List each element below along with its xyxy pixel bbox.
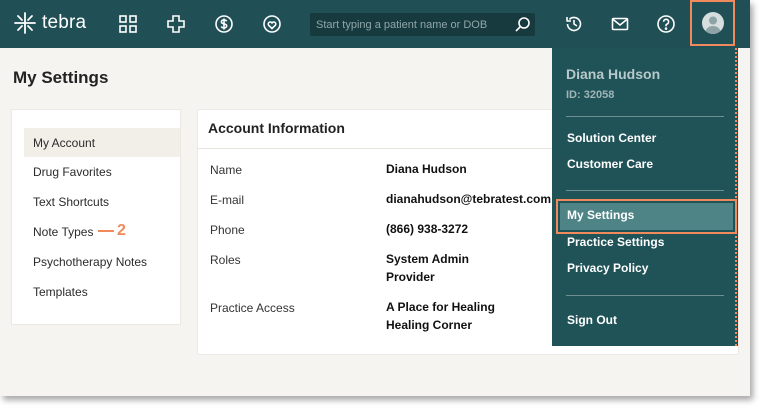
- user-name: Diana Hudson: [566, 66, 661, 82]
- practice-value: Healing Corner: [386, 318, 473, 332]
- sidebar-item-psychotherapy-notes[interactable]: Psychotherapy Notes: [24, 247, 180, 276]
- menu-item-my-settings[interactable]: My Settings: [556, 199, 737, 234]
- name-value: Diana Hudson: [386, 162, 467, 176]
- roles-label: Roles: [210, 253, 241, 267]
- user-dropdown-menu: Diana Hudson ID: 32058 Solution Center C…: [552, 48, 738, 346]
- menu-item-practice-settings[interactable]: Practice Settings: [567, 235, 664, 249]
- menu-item-solution-center[interactable]: Solution Center: [567, 131, 656, 145]
- search-icon[interactable]: [514, 16, 531, 33]
- callout-number: 2: [117, 222, 126, 239]
- sidebar-item-text-shortcuts[interactable]: Text Shortcuts: [24, 187, 180, 216]
- settings-sidebar: My Account Drug Favorites Text Shortcuts…: [12, 110, 180, 324]
- name-label: Name: [210, 163, 243, 177]
- app-window: tebra Start typing a patient name or DOB…: [0, 0, 750, 396]
- phone-value: (866) 938-3272: [386, 222, 469, 236]
- top-navigation-bar: tebra: [0, 0, 750, 48]
- menu-highlight-edge: [735, 48, 737, 346]
- logo-text: tebra: [42, 12, 87, 33]
- menu-divider: [566, 190, 724, 191]
- menu-divider: [566, 116, 724, 117]
- role-value: Provider: [386, 270, 435, 284]
- grid-icon[interactable]: [116, 12, 140, 36]
- sidebar-item-templates[interactable]: Templates: [24, 277, 180, 306]
- menu-item-privacy-policy[interactable]: Privacy Policy: [567, 261, 648, 275]
- patient-search[interactable]: [310, 13, 535, 36]
- menu-item-customer-care[interactable]: Customer Care: [567, 157, 653, 171]
- email-label: E-mail: [210, 193, 245, 207]
- help-icon[interactable]: [654, 12, 678, 36]
- role-value: System Admin: [386, 252, 469, 266]
- heart-shield-icon[interactable]: [260, 12, 284, 36]
- email-value: dianahudson@tebratest.com: [386, 192, 552, 206]
- practice-value: A Place for Healing: [386, 300, 495, 314]
- medical-cross-icon[interactable]: [164, 12, 188, 36]
- step-callout: 2: [98, 222, 126, 240]
- user-id: ID: 32058: [566, 89, 615, 101]
- search-input[interactable]: [310, 13, 511, 36]
- user-menu-button[interactable]: [690, 0, 735, 46]
- menu-item-sign-out[interactable]: Sign Out: [567, 313, 617, 327]
- page-title: My Settings: [13, 68, 109, 87]
- menu-divider: [566, 295, 724, 296]
- callout-line: [98, 230, 114, 232]
- card-title: Account Information: [208, 120, 345, 136]
- menu-item-label: My Settings: [567, 208, 635, 222]
- user-avatar-icon: [701, 12, 724, 34]
- phone-label: Phone: [210, 223, 245, 237]
- logo[interactable]: tebra: [14, 12, 86, 34]
- dollar-icon[interactable]: [212, 12, 236, 36]
- practice-access-label: Practice Access: [210, 301, 295, 315]
- tebra-logo-icon: [14, 12, 36, 34]
- history-icon[interactable]: [562, 12, 586, 36]
- sidebar-item-my-account[interactable]: My Account: [24, 128, 180, 157]
- mail-icon[interactable]: [608, 12, 632, 36]
- sidebar-item-drug-favorites[interactable]: Drug Favorites: [24, 157, 180, 186]
